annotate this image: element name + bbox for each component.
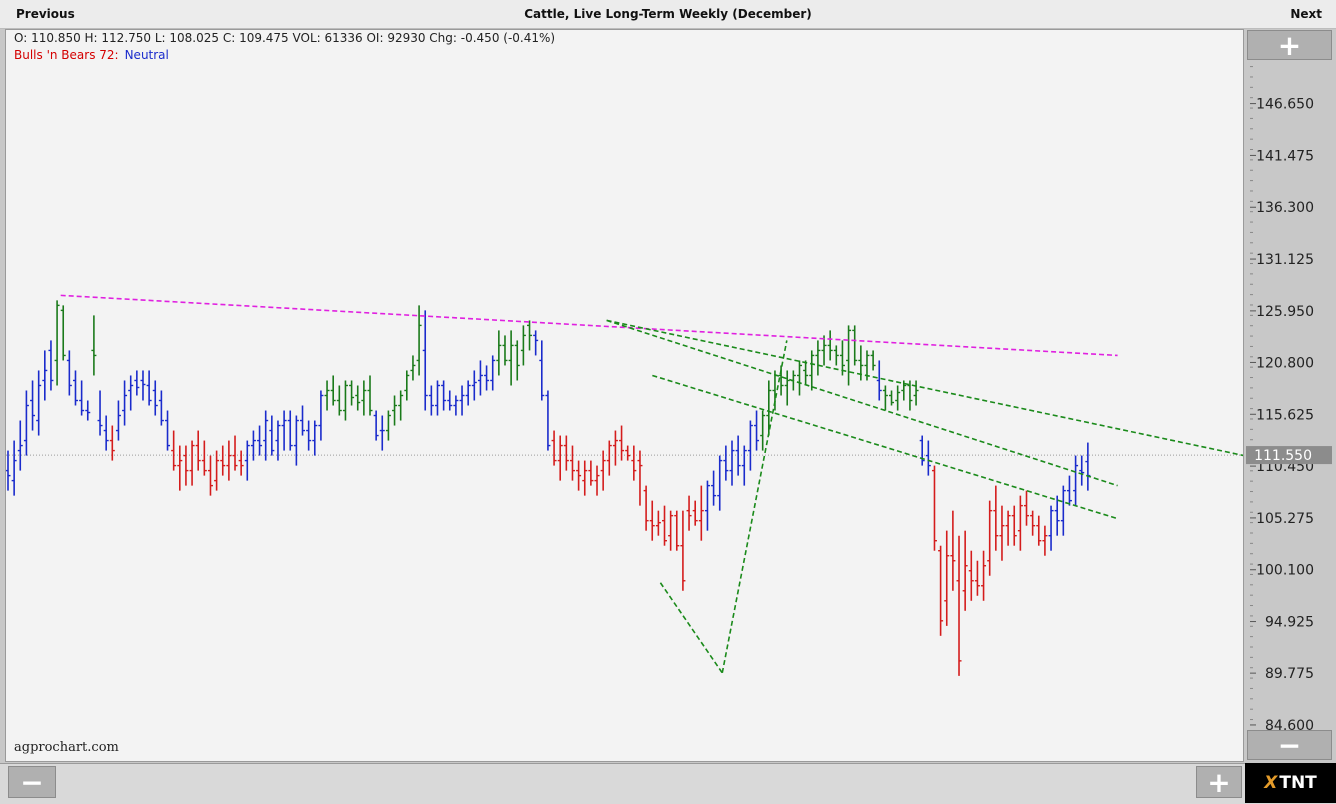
- indicator-label: Bulls 'n Bears 72:: [14, 48, 119, 62]
- y-tick-label: 146.650: [1256, 97, 1314, 113]
- scroll-right-button[interactable]: +: [1196, 766, 1242, 799]
- indicator-line: Bulls 'n Bears 72: Neutral: [14, 48, 169, 62]
- y-tick-label: 141.475: [1256, 148, 1314, 164]
- y-tick-label: 115.625: [1256, 407, 1314, 423]
- zoom-out-button[interactable]: −: [1247, 730, 1332, 761]
- trend-line: [606, 319, 1118, 487]
- scroll-left-button[interactable]: −: [8, 766, 56, 799]
- logo-mark: X: [1264, 773, 1278, 793]
- trend-line: [721, 340, 788, 674]
- y-tick-label: 136.300: [1256, 200, 1314, 216]
- indicator-value: Neutral: [124, 48, 169, 62]
- ohlc-info: O: 110.850 H: 112.750 L: 108.025 C: 109.…: [14, 31, 556, 45]
- resistance-line: [60, 294, 1118, 357]
- zoom-in-button[interactable]: +: [1247, 30, 1332, 61]
- y-tick-label: 94.925: [1265, 615, 1314, 631]
- time-axis-bar: [0, 763, 1336, 804]
- y-tick-label: 131.125: [1256, 252, 1314, 268]
- y-tick-label: 89.775: [1265, 666, 1314, 682]
- trend-line: [606, 319, 1243, 457]
- price-series: [6, 294, 1243, 676]
- trend-line: [659, 582, 723, 674]
- y-tick-label: 105.275: [1256, 511, 1314, 527]
- y-tick-label: 100.100: [1256, 563, 1314, 579]
- price-chart: 151.825146.650141.475136.300131.125125.9…: [6, 45, 1332, 802]
- last-price-label: 111.550: [1254, 448, 1312, 464]
- tnt-logo: X TNT: [1245, 763, 1336, 803]
- y-tick-label: 120.800: [1256, 355, 1314, 371]
- logo-text: TNT: [1279, 773, 1317, 793]
- y-tick-label: 125.950: [1256, 304, 1314, 320]
- watermark: agprochart.com: [14, 740, 119, 755]
